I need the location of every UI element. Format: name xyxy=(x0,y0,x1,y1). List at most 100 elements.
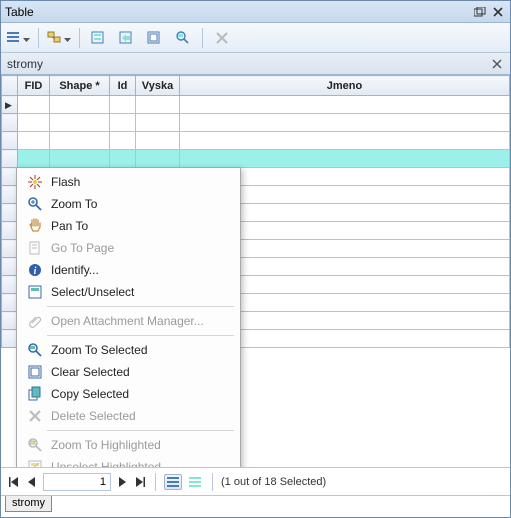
separator xyxy=(38,28,39,48)
tab-strip: stromy xyxy=(1,53,510,75)
cell[interactable] xyxy=(110,132,136,150)
menu-item-label: Go To Page xyxy=(51,241,114,255)
bottom-tab[interactable]: stromy xyxy=(5,496,52,512)
next-record-button[interactable] xyxy=(115,474,129,490)
cell[interactable] xyxy=(18,150,50,168)
column-header[interactable]: FID xyxy=(18,76,50,96)
prev-record-button[interactable] xyxy=(25,474,39,490)
show-selected-records-button[interactable] xyxy=(186,474,204,490)
cell[interactable] xyxy=(136,96,180,114)
menu-item-zoomsel[interactable]: Zoom To Selected xyxy=(19,339,238,361)
dropdown-icon xyxy=(64,31,71,45)
menu-separator xyxy=(47,430,234,431)
restore-window-icon[interactable] xyxy=(472,5,488,19)
record-number-input[interactable] xyxy=(43,473,111,491)
cell[interactable] xyxy=(18,114,50,132)
menu-item-label: Zoom To Highlighted xyxy=(51,438,161,452)
clear-selected-icon xyxy=(25,364,45,380)
first-record-button[interactable] xyxy=(7,474,21,490)
menu-item-label: Select/Unselect xyxy=(51,285,134,299)
menu-item-delsel: Delete Selected xyxy=(19,405,238,427)
row-header[interactable] xyxy=(2,150,18,168)
tab-close-icon[interactable] xyxy=(490,57,504,71)
selection-status: (1 out of 18 Selected) xyxy=(221,476,326,488)
dropdown-icon xyxy=(23,31,30,45)
last-record-button[interactable] xyxy=(133,474,147,490)
cell[interactable] xyxy=(50,150,110,168)
related-tables-button[interactable] xyxy=(46,26,72,50)
zoom-selected-toolbar-button[interactable] xyxy=(171,26,195,50)
cell[interactable] xyxy=(136,132,180,150)
cell[interactable] xyxy=(180,114,510,132)
menu-item-copysel[interactable]: Copy Selected xyxy=(19,383,238,405)
menu-item-label: Copy Selected xyxy=(51,387,129,401)
menu-item-label: Open Attachment Manager... xyxy=(51,314,204,328)
separator xyxy=(202,28,203,48)
column-header[interactable]: Vyska xyxy=(136,76,180,96)
menu-item-gotopage: Go To Page xyxy=(19,237,238,259)
menu-item-flash[interactable]: Flash xyxy=(19,171,238,193)
identify-icon: i xyxy=(25,262,45,278)
clear-selection-button[interactable] xyxy=(143,26,167,50)
show-all-records-button[interactable] xyxy=(164,474,182,490)
cell[interactable] xyxy=(50,96,110,114)
close-window-icon[interactable] xyxy=(490,5,506,19)
title-bar: Table xyxy=(1,1,510,23)
list-options-button[interactable] xyxy=(5,26,31,50)
table-row[interactable]: ▶ xyxy=(2,96,510,114)
cell[interactable] xyxy=(110,96,136,114)
menu-item-label: Identify... xyxy=(51,263,99,277)
cell[interactable] xyxy=(136,114,180,132)
row-context-menu: Flash Zoom To Pan To Go To Page i Identify...… xyxy=(16,167,241,467)
row-header[interactable] xyxy=(2,114,18,132)
cell[interactable] xyxy=(180,132,510,150)
menu-item-clearsel[interactable]: Clear Selected xyxy=(19,361,238,383)
menu-item-panto[interactable]: Pan To xyxy=(19,215,238,237)
row-header[interactable] xyxy=(2,132,18,150)
cell[interactable] xyxy=(180,150,510,168)
page-icon xyxy=(25,240,45,256)
row-header[interactable]: ▶ xyxy=(2,96,18,114)
menu-item-label: Flash xyxy=(51,175,80,189)
cell[interactable] xyxy=(18,96,50,114)
cell[interactable] xyxy=(110,150,136,168)
zoom-selected-icon xyxy=(25,342,45,358)
column-header[interactable]: Id xyxy=(110,76,136,96)
table-row[interactable] xyxy=(2,132,510,150)
cell[interactable] xyxy=(136,150,180,168)
flash-icon xyxy=(25,174,45,190)
cell[interactable] xyxy=(50,132,110,150)
menu-item-label: Zoom To xyxy=(51,197,97,211)
select-icon xyxy=(25,284,45,300)
record-navigator: (1 out of 18 Selected) xyxy=(1,467,510,495)
cell[interactable] xyxy=(18,132,50,150)
menu-item-label: Clear Selected xyxy=(51,365,130,379)
menu-item-label: Pan To xyxy=(51,219,88,233)
svg-text:i: i xyxy=(34,266,37,277)
menu-item-label: Unselect Highlighted xyxy=(51,460,161,467)
table-row[interactable] xyxy=(2,114,510,132)
menu-item-label: Zoom To Selected xyxy=(51,343,148,357)
copy-icon xyxy=(25,386,45,402)
menu-item-zoomto[interactable]: Zoom To xyxy=(19,193,238,215)
separator xyxy=(79,28,80,48)
menu-item-identify[interactable]: i Identify... xyxy=(19,259,238,281)
cell[interactable] xyxy=(180,96,510,114)
cell[interactable] xyxy=(110,114,136,132)
cell[interactable] xyxy=(50,114,110,132)
menu-item-selunsel[interactable]: Select/Unselect xyxy=(19,281,238,303)
table-row[interactable] xyxy=(2,150,510,168)
separator xyxy=(212,473,213,491)
separator xyxy=(155,473,156,491)
column-header[interactable]: Jmeno xyxy=(180,76,510,96)
attachment-icon xyxy=(25,313,45,329)
menu-separator xyxy=(47,335,234,336)
delete-icon xyxy=(25,408,45,424)
column-header[interactable]: Shape * xyxy=(50,76,110,96)
zoom-hl-icon xyxy=(25,437,45,453)
switch-selection-button[interactable] xyxy=(115,26,139,50)
menu-item-openattach: Open Attachment Manager... xyxy=(19,310,238,332)
select-by-attributes-button[interactable] xyxy=(87,26,111,50)
bottom-tabs: stromy xyxy=(1,495,510,517)
menu-separator xyxy=(47,306,234,307)
